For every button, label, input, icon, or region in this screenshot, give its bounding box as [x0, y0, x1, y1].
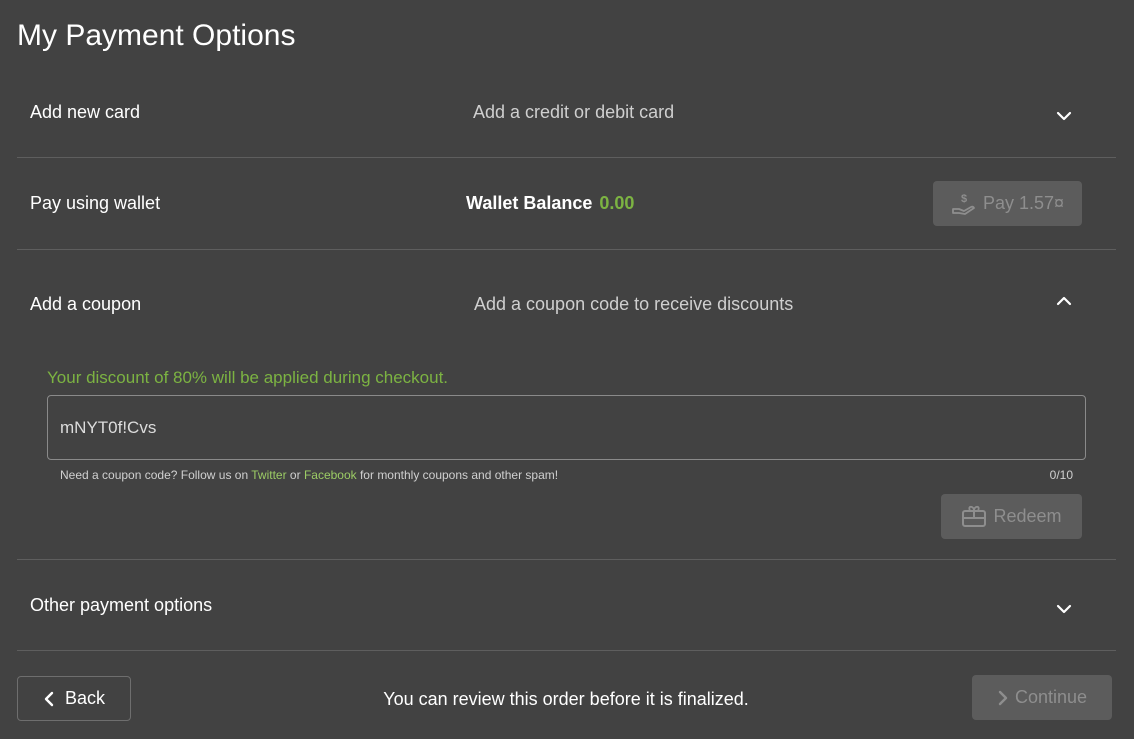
chevron-up-icon[interactable] — [1055, 292, 1073, 310]
coupon-code-input[interactable] — [47, 395, 1086, 460]
add-card-title: Add new card — [30, 102, 141, 122]
hand-coin-icon: $ — [952, 193, 975, 215]
section-divider — [17, 249, 1116, 250]
back-label: Back — [64, 688, 106, 708]
wallet-title: Pay using wallet — [30, 193, 161, 213]
hint-prefix: Need a coupon code? Follow us on — [60, 468, 252, 482]
chevron-down-icon[interactable] — [1055, 600, 1073, 618]
coupon-description: Add a coupon code to receive discounts — [474, 294, 794, 314]
continue-label: Continue — [1014, 687, 1088, 707]
twitter-link[interactable]: Twitter — [251, 468, 286, 482]
back-button[interactable]: Back — [17, 676, 131, 721]
pay-wallet-button[interactable]: $ Pay 1.57¤ — [933, 181, 1082, 226]
redeem-button[interactable]: Redeem — [941, 494, 1082, 539]
page-title: My Payment Options — [17, 19, 296, 52]
chevron-down-icon[interactable] — [1055, 107, 1073, 125]
wallet-balance-value: 0.00 — [599, 193, 635, 213]
facebook-link[interactable]: Facebook — [304, 468, 357, 482]
hint-suffix: for monthly coupons and other spam! — [356, 468, 559, 482]
section-divider — [17, 650, 1116, 651]
coupon-title[interactable]: Add a coupon — [30, 293, 141, 315]
svg-text:$: $ — [961, 193, 967, 205]
review-note: You can review this order before it is f… — [383, 689, 749, 709]
wallet-balance: Wallet Balance 0.00 — [466, 192, 634, 214]
chevron-left-icon — [44, 691, 54, 706]
add-card-description: Add a credit or debit card — [473, 102, 675, 122]
section-divider — [17, 157, 1116, 158]
pay-button-label: Pay 1.57¤ — [982, 193, 1065, 213]
coupon-hint: Need a coupon code? Follow us on Twitter… — [60, 467, 558, 483]
chevron-right-icon — [998, 690, 1008, 705]
hint-or: or — [286, 468, 304, 482]
continue-button[interactable]: Continue — [972, 675, 1112, 720]
wallet-balance-label: Wallet Balance — [466, 193, 593, 213]
redeem-label: Redeem — [993, 506, 1062, 526]
other-payment-title: Other payment options — [30, 595, 213, 615]
gift-card-icon — [962, 505, 987, 527]
section-divider — [17, 559, 1116, 560]
discount-message: Your discount of 80% will be applied dur… — [47, 368, 449, 387]
character-counter: 0/10 — [1049, 468, 1073, 482]
